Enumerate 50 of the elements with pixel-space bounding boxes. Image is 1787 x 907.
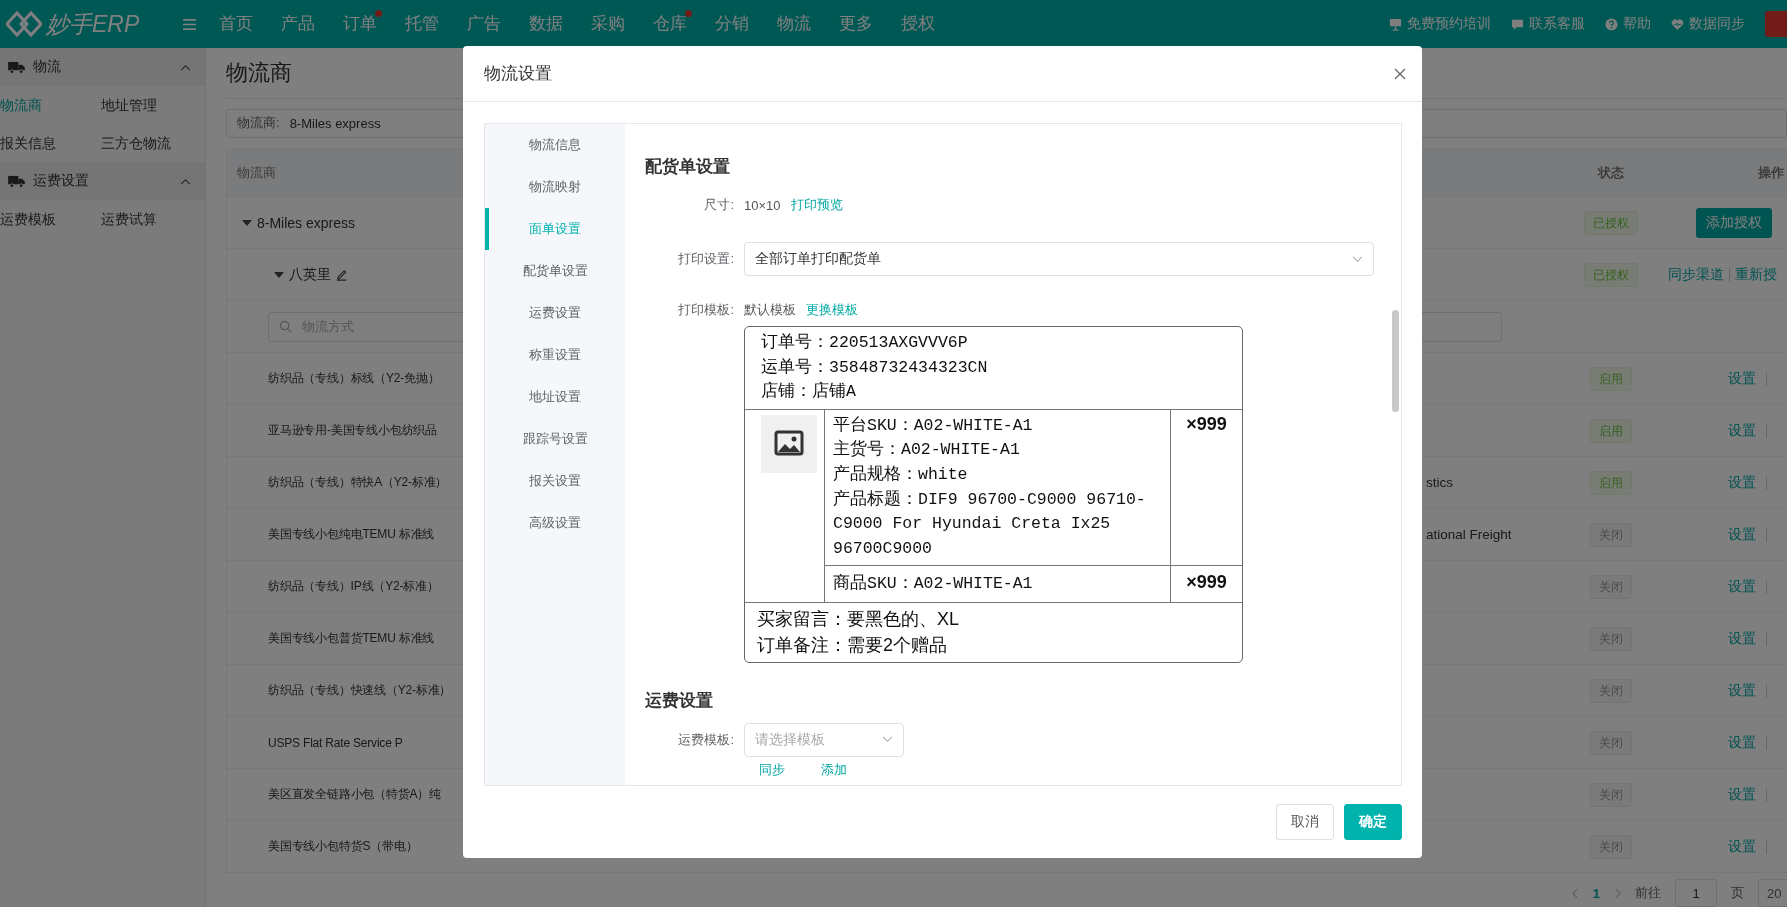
slip-text: 商品SKU：A02-WHITE-A1 (833, 573, 1034, 596)
field-label: 打印设置: (677, 250, 734, 268)
section-heading: 配货单设置 (645, 156, 731, 178)
provider-name: 8-Miles express (257, 214, 356, 231)
shipping-method-name: 亚马逊专用-美国专线小包纺织品 (268, 422, 438, 439)
section-heading: 运费设置 (645, 689, 714, 712)
page-suffix: 页 (1731, 884, 1744, 902)
brand-name: 妙手ERP (46, 9, 140, 39)
shipping-method-name: 纺织品（专线）特快A（Y2-标准） (268, 474, 449, 491)
page-title: 物流商 (226, 58, 292, 87)
slip-text: 订单号：220513AXGVVV6P (761, 332, 969, 354)
shipping-method-name: 纺织品（专线）IP线（Y2-标准） (268, 578, 440, 595)
table-cell: stics (1426, 475, 1453, 490)
status-tag: 已授权 (1584, 262, 1638, 287)
account-name: 八英里 (289, 265, 331, 284)
shipping-method-name: 纺织品（专线）快速线（Y2-标准） (268, 682, 453, 699)
group-title: 运费设置 (33, 172, 90, 190)
column-header: 状态 (1598, 164, 1624, 182)
shipping-method-name: 美国专线小包纯电TEMU 标准线 (268, 526, 436, 543)
slip-text: 平台SKU：A02-WHITE-A1 (833, 414, 1034, 437)
goto-label: 前往 (1635, 884, 1661, 902)
status-tag: 启用 (1590, 470, 1632, 495)
status-tag: 已授权 (1584, 210, 1638, 235)
slip-text: 产品标题：DIF9 96700-C9000 96710-C9000 For Hyundai Creta Ix25 96700C9000 (833, 488, 1147, 560)
column-header: 操作 (1758, 165, 1784, 180)
slip-text: 产品规格：white (833, 463, 969, 486)
field-label: 打印模板: (677, 301, 734, 319)
group-title: 物流 (33, 58, 62, 76)
shipping-method-name: 纺织品（专线）标线（Y2-免抛） (268, 370, 441, 387)
slip-text: 主货号：A02-WHITE-A1 (833, 438, 1021, 462)
shipping-method-name: 美国专线小包特货S（带电） (268, 838, 419, 855)
slip-note: 订单备注：需要2个赠品 (757, 633, 948, 657)
filter-label: 物流商: (237, 114, 280, 133)
field-label: 尺寸: (703, 196, 734, 214)
shipping-method-name: USPS Flat Rate Service P (268, 735, 404, 750)
quantity: ×999 (1186, 572, 1227, 593)
table-cell: ational Freight (1426, 527, 1512, 542)
status-tag: 启用 (1590, 366, 1632, 391)
shipping-method-name: 美国专线小包普货TEMU 标准线 (268, 630, 436, 647)
slip-text: 店铺：店铺A (761, 380, 857, 404)
quantity: ×999 (1186, 413, 1227, 434)
shipping-method-name: 美区直发全链路小包（特货A）纯 (268, 786, 442, 803)
column-header: 物流商 (237, 165, 276, 180)
dialog-title: 物流设置 (484, 63, 552, 85)
size-value: 10×10 (744, 197, 781, 213)
template-name: 默认模板 (744, 301, 796, 319)
slip-text: 运单号：35848732434323CN (761, 356, 989, 379)
field-label: 运费模板: (677, 730, 734, 749)
status-tag: 启用 (1590, 418, 1632, 443)
slip-note: 买家留言：要黑色的、XL (757, 607, 961, 631)
